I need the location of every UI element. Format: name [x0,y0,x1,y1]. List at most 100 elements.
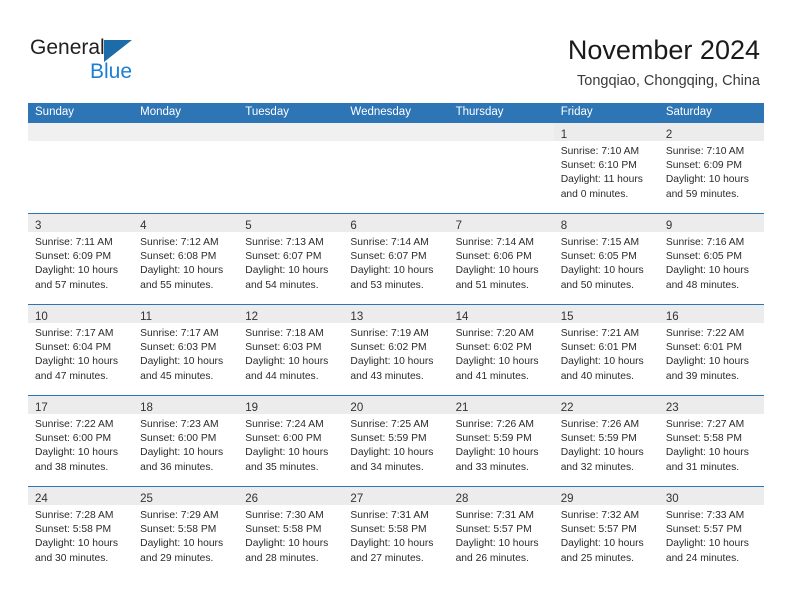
day-cell[interactable]: 25 Sunrise: 7:29 AM Sunset: 5:58 PM Dayligh… [133,486,239,578]
day-number: 8 [560,220,568,232]
sunrise-time: Sunrise: 7:13 AM [245,237,324,248]
daylight-line-1: Daylight: 10 hours [560,356,644,368]
day-cell[interactable]: 28 Sunrise: 7:31 AM Sunset: 5:57 PM Dayligh… [448,486,554,578]
sunrise-time: Sunrise: 7:22 AM [665,328,745,339]
day-cell[interactable]: 13 Sunrise: 7:19 AM Sunset: 6:02 PM Dayligh… [343,304,449,396]
page-title: November 2024 [567,35,760,65]
day-sun-info: Sunrise: 7:30 AM Sunset: 5:58 PM Daylight:… [238,505,343,566]
sunset-time: Sunset: 6:04 PM [35,342,112,354]
day-cell[interactable]: 17 Sunrise: 7:22 AM Sunset: 6:00 PM Dayligh… [28,395,134,487]
day-cell-content: 4 Sunrise: 7:12 AM Sunset: 6:08 PM Daylight… [133,214,239,304]
day-cell[interactable]: 6 Sunrise: 7:14 AM Sunset: 6:07 PM Daylight… [343,213,449,305]
day-cell[interactable]: 3 Sunrise: 7:11 AM Sunset: 6:09 PM Daylight… [28,213,134,305]
daylight-line-2: and 54 minutes. [245,279,319,291]
day-cell[interactable]: 24 Sunrise: 7:28 AM Sunset: 5:58 PM Dayligh… [28,486,134,578]
day-sun-info: Sunrise: 7:14 AM Sunset: 6:06 PM Daylight:… [449,232,554,293]
day-number: 25 [140,493,153,505]
day-number-strip: 20 [343,396,449,414]
day-cell[interactable]: 10 Sunrise: 7:17 AM Sunset: 6:04 PM Dayligh… [28,304,134,396]
daylight-line-1: Daylight: 10 hours [35,265,118,277]
sunrise-time: Sunrise: 7:29 AM [140,510,219,521]
daylight-line-1: Daylight: 10 hours [140,265,224,277]
day-cell[interactable]: 27 Sunrise: 7:31 AM Sunset: 5:58 PM Dayligh… [343,486,449,578]
sunrise-time: Sunrise: 7:18 AM [245,328,324,339]
sunset-time: Sunset: 6:09 PM [665,160,742,172]
day-number: 30 [665,493,679,505]
day-cell[interactable]: 22 Sunrise: 7:26 AM Sunset: 5:59 PM Dayligh… [553,395,659,487]
day-cell[interactable]: 20 Sunrise: 7:25 AM Sunset: 5:59 PM Dayligh… [343,395,449,487]
day-cell[interactable]: 5 Sunrise: 7:13 AM Sunset: 6:07 PM Daylight… [238,213,344,305]
day-cell[interactable]: 1 Sunrise: 7:10 AM Sunset: 6:10 PM Daylight… [553,122,659,214]
day-cell[interactable]: 26 Sunrise: 7:30 AM Sunset: 5:58 PM Dayligh… [238,486,344,578]
day-cell[interactable]: 8 Sunrise: 7:15 AM Sunset: 6:05 PM Daylight… [553,213,659,305]
day-cell-content: 15 Sunrise: 7:21 AM Sunset: 6:01 PM Dayligh… [553,305,659,395]
sunset-time: Sunset: 6:03 PM [140,342,217,354]
sunset-time: Sunset: 6:01 PM [665,342,742,354]
day-cell-content: 1 Sunrise: 7:10 AM Sunset: 6:10 PM Daylight… [553,123,659,213]
daylight-line-1: Daylight: 10 hours [140,356,224,368]
daylight-line-1: Daylight: 10 hours [35,538,118,550]
day-number: 23 [665,402,679,414]
day-number-strip: 17 [28,396,134,414]
day-cell[interactable]: 12 Sunrise: 7:18 AM Sunset: 6:03 PM Dayligh… [238,304,344,396]
daylight-line-2: and 57 minutes. [35,279,109,291]
day-sun-info: Sunrise: 7:17 AM Sunset: 6:04 PM Daylight:… [28,323,133,384]
page-subtitle: Tongqiao, Chongqing, China [577,73,760,89]
daylight-line-2: and 51 minutes. [455,279,529,291]
day-number-strip: 26 [238,487,344,505]
day-number: 20 [350,402,364,414]
daylight-line-2: and 44 minutes. [245,370,319,382]
daylight-line-2: and 45 minutes. [140,370,214,382]
day-cell[interactable]: 23 Sunrise: 7:27 AM Sunset: 5:58 PM Dayligh… [658,395,764,487]
day-number-strip: 1 [553,123,659,141]
day-cell[interactable]: 9 Sunrise: 7:16 AM Sunset: 6:05 PM Daylight… [658,213,764,305]
day-cell[interactable]: 15 Sunrise: 7:21 AM Sunset: 6:01 PM Dayligh… [553,304,659,396]
daylight-line-1: Daylight: 10 hours [245,447,329,459]
day-cell-content: 30 Sunrise: 7:33 AM Sunset: 5:57 PM Dayligh… [658,487,764,577]
daylight-line-1: Daylight: 10 hours [140,538,224,550]
day-cell[interactable]: 7 Sunrise: 7:14 AM Sunset: 6:06 PM Daylight… [448,213,554,305]
day-cell-content [133,123,239,213]
sunrise-time: Sunrise: 7:15 AM [560,237,640,248]
daylight-line-2: and 27 minutes. [350,552,424,564]
daylight-line-1: Daylight: 10 hours [455,538,539,550]
general-blue-logo[interactable]: General Blue [30,36,210,88]
daylight-line-2: and 32 minutes. [560,461,634,473]
day-cell[interactable]: 18 Sunrise: 7:23 AM Sunset: 6:00 PM Dayligh… [133,395,239,487]
sunset-time: Sunset: 6:00 PM [140,433,217,445]
day-number-strip: 22 [553,396,659,414]
day-number: 15 [560,311,574,323]
day-number: 5 [245,220,252,232]
day-sun-info: Sunrise: 7:26 AM Sunset: 5:59 PM Daylight:… [449,414,554,475]
calendar-week-row: 3 Sunrise: 7:11 AM Sunset: 6:09 PM Daylight… [28,213,764,305]
day-number: 18 [140,402,153,414]
day-sun-info: Sunrise: 7:20 AM Sunset: 6:02 PM Daylight:… [449,323,554,384]
day-cell[interactable]: 16 Sunrise: 7:22 AM Sunset: 6:01 PM Dayligh… [658,304,764,396]
title-block: November 2024 Tongqiao, Chongqing, China [568,34,760,90]
day-cell[interactable]: 4 Sunrise: 7:12 AM Sunset: 6:08 PM Daylight… [133,213,239,305]
day-cell[interactable]: 14 Sunrise: 7:20 AM Sunset: 6:02 PM Dayligh… [448,304,554,396]
sunrise-time: Sunrise: 7:31 AM [455,510,534,521]
day-cell[interactable]: 29 Sunrise: 7:32 AM Sunset: 5:57 PM Dayligh… [553,486,659,578]
sunrise-time: Sunrise: 7:14 AM [455,237,534,248]
day-number-strip: 7 [448,214,554,232]
day-number-strip: 18 [133,396,239,414]
sunrise-time: Sunrise: 7:21 AM [560,328,640,339]
daylight-line-2: and 31 minutes. [665,461,740,473]
daylight-line-1: Daylight: 10 hours [245,265,329,277]
day-number-strip: 6 [343,214,449,232]
day-cell[interactable]: 30 Sunrise: 7:33 AM Sunset: 5:57 PM Dayligh… [658,486,764,578]
sunset-time: Sunset: 6:03 PM [245,342,322,354]
day-cell[interactable]: 19 Sunrise: 7:24 AM Sunset: 6:00 PM Dayligh… [238,395,344,487]
sunrise-time: Sunrise: 7:17 AM [140,328,219,339]
daylight-line-2: and 0 minutes. [560,188,629,200]
day-cell[interactable]: 2 Sunrise: 7:10 AM Sunset: 6:09 PM Daylight… [658,122,764,214]
sunset-time: Sunset: 5:57 PM [455,524,532,536]
day-cell[interactable]: 21 Sunrise: 7:26 AM Sunset: 5:59 PM Dayligh… [448,395,554,487]
day-number: 12 [245,311,259,323]
day-cell[interactable]: 11 Sunrise: 7:17 AM Sunset: 6:03 PM Dayligh… [133,304,239,396]
day-sun-info: Sunrise: 7:28 AM Sunset: 5:58 PM Daylight:… [28,505,133,566]
day-number-strip: 16 [658,305,764,323]
day-number: 13 [350,311,364,323]
day-number: 9 [665,220,673,232]
